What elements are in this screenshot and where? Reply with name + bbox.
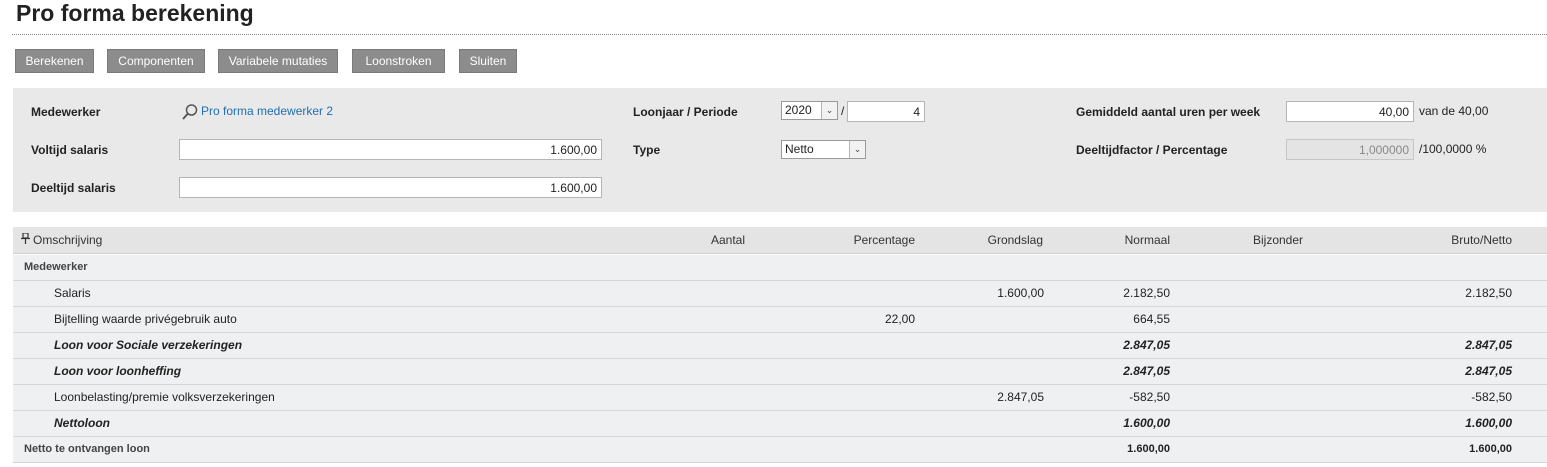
page-title: Pro forma berekening xyxy=(16,0,254,26)
deeltijdfactor-label: Deeltijdfactor / Percentage xyxy=(1076,143,1228,157)
loonjaar-value: 2020 xyxy=(785,103,812,117)
medewerker-link[interactable]: Pro forma medewerker 2 xyxy=(201,103,333,119)
voltijd-salaris-input[interactable] xyxy=(179,139,602,160)
table-row: Loon voor Sociale verzekeringen 2.847,05… xyxy=(13,333,1547,359)
row-normaal: 664,55 xyxy=(1133,312,1170,326)
voltijd-salaris-label: Voltijd salaris xyxy=(31,143,109,157)
row-grondslag: 2.847,05 xyxy=(997,390,1044,404)
table-row: Nettoloon 1.600,00 1.600,00 xyxy=(13,411,1547,437)
row-label: Nettoloon xyxy=(54,416,110,430)
row-normaal: 2.847,05 xyxy=(1123,338,1170,352)
row-percentage: 22,00 xyxy=(884,312,915,326)
row-label: Salaris xyxy=(54,286,91,300)
uren-per-week-label: Gemiddeld aantal uren per week xyxy=(1076,105,1261,119)
row-label: Loon voor Sociale verzekeringen xyxy=(54,338,243,352)
chevron-down-icon: ⌄ xyxy=(849,141,865,158)
table-row: Bijtelling waarde privégebruik auto 22,0… xyxy=(13,307,1547,333)
row-bruto-netto: -582,50 xyxy=(1471,390,1512,404)
deeltijd-salaris-input[interactable] xyxy=(179,177,602,198)
medewerker-label: Medewerker xyxy=(31,105,101,119)
chevron-down-icon: ⌄ xyxy=(821,102,837,119)
header-omschrijving[interactable]: Omschrijving xyxy=(33,227,102,253)
row-bruto-netto: 1.600,00 xyxy=(1465,416,1512,430)
loonjaar-select[interactable]: 2020 ⌄ xyxy=(781,101,838,120)
variabele-mutaties-button[interactable]: Variabele mutaties xyxy=(218,49,338,73)
magnifier-icon[interactable] xyxy=(181,103,199,121)
header-bijzonder[interactable]: Bijzonder xyxy=(1253,227,1303,253)
row-normaal: -582,50 xyxy=(1129,390,1170,404)
loonjaar-periode-label: Loonjaar / Periode xyxy=(633,105,738,119)
title-divider xyxy=(12,34,1547,35)
periode-input[interactable] xyxy=(847,101,925,122)
table-row: Loonbelasting/premie volksverzekeringen … xyxy=(13,385,1547,411)
row-label: Loonbelasting/premie volksverzekeringen xyxy=(54,390,275,404)
row-bruto-netto: 2.182,50 xyxy=(1465,286,1512,300)
table-row: Salaris 1.600,00 2.182,50 2.182,50 xyxy=(13,281,1547,307)
row-label: Loon voor loonheffing xyxy=(54,364,182,378)
loonstroken-button[interactable]: Loonstroken xyxy=(352,49,445,73)
row-normaal: 1.600,00 xyxy=(1127,443,1170,455)
row-bruto-netto: 2.847,05 xyxy=(1465,364,1512,378)
row-bruto-netto: 1.600,00 xyxy=(1469,443,1512,455)
pin-icon[interactable] xyxy=(21,233,30,244)
header-normaal[interactable]: Normaal xyxy=(1070,227,1170,253)
type-label: Type xyxy=(633,143,661,157)
form-panel: Medewerker Pro forma medewerker 2 Voltij… xyxy=(13,88,1547,212)
table-row-group-medewerker: Medewerker xyxy=(13,255,1547,281)
deeltijd-salaris-label: Deeltijd salaris xyxy=(31,181,116,195)
table-row: Loon voor loonheffing 2.847,05 2.847,05 xyxy=(13,359,1547,385)
period-separator: / xyxy=(841,104,845,118)
row-normaal: 2.847,05 xyxy=(1123,364,1170,378)
componenten-button[interactable]: Componenten xyxy=(107,49,205,73)
row-label: Netto te ontvangen loon xyxy=(24,443,150,455)
type-select[interactable]: Netto ⌄ xyxy=(781,140,866,159)
deeltijdfactor-suffix: /100,0000 % xyxy=(1419,142,1487,156)
row-normaal: 1.600,00 xyxy=(1123,416,1170,430)
deeltijdfactor-input xyxy=(1286,139,1414,160)
header-aantal[interactable]: Aantal xyxy=(711,227,745,253)
uren-per-week-input[interactable] xyxy=(1286,101,1414,122)
uren-suffix: van de 40,00 xyxy=(1419,104,1489,118)
header-bruto-netto[interactable]: Bruto/Netto xyxy=(1412,227,1512,253)
row-grondslag: 1.600,00 xyxy=(997,286,1044,300)
type-value: Netto xyxy=(785,142,814,156)
header-percentage[interactable]: Percentage xyxy=(813,227,915,253)
table-row-total: Netto te ontvangen loon 1.600,00 1.600,0… xyxy=(13,437,1547,463)
row-label: Medewerker xyxy=(24,261,88,273)
row-normaal: 2.182,50 xyxy=(1123,286,1170,300)
row-label: Bijtelling waarde privégebruik auto xyxy=(54,312,237,326)
header-grondslag[interactable]: Grondslag xyxy=(943,227,1043,253)
sluiten-button[interactable]: Sluiten xyxy=(459,49,517,73)
table-header: Omschrijving Aantal Percentage Grondslag… xyxy=(13,227,1547,254)
berekenen-button[interactable]: Berekenen xyxy=(15,49,94,73)
row-bruto-netto: 2.847,05 xyxy=(1465,338,1512,352)
